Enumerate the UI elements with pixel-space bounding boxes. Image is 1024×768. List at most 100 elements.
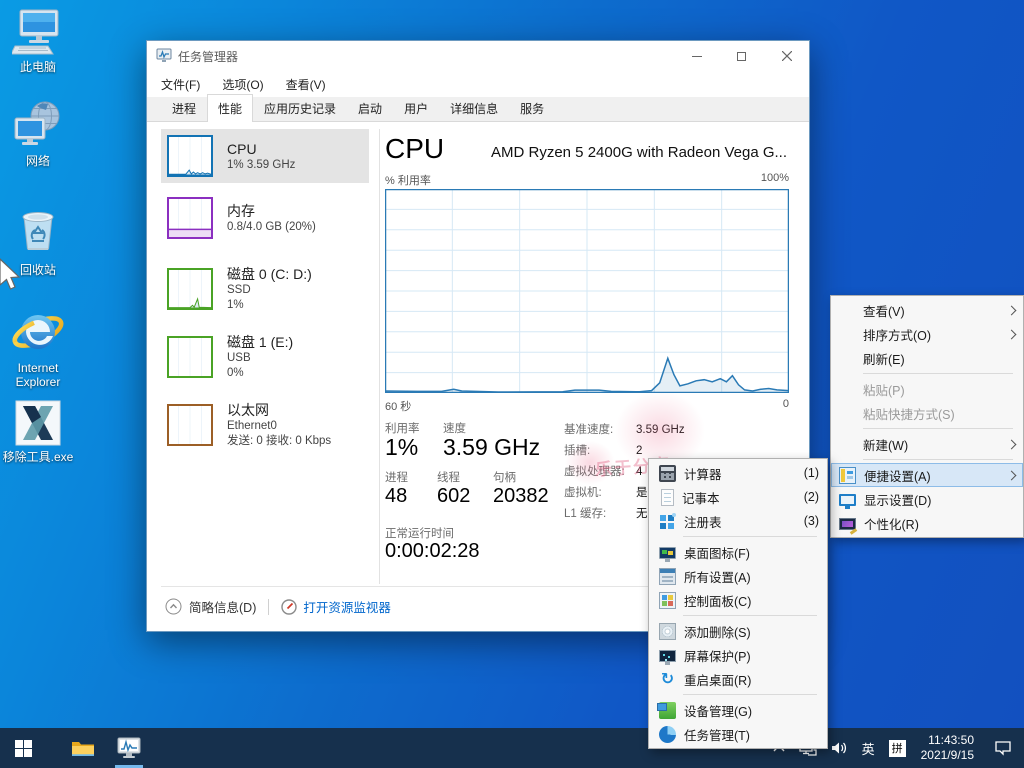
stat-label: 进程 <box>385 469 408 485</box>
chevron-up-circle-icon[interactable] <box>165 598 182 615</box>
add-remove-icon <box>659 623 676 640</box>
menubar-item[interactable]: 选项(O) <box>222 76 263 93</box>
start-button[interactable] <box>0 728 46 768</box>
tray-ime-indicator[interactable]: 拼 <box>882 728 913 768</box>
sidebar-mini-chart <box>167 404 213 446</box>
stat-value-uptime: 0:00:02:28 <box>385 540 480 563</box>
stat-kv-label: 基准速度: <box>564 421 636 437</box>
menu-item-排序方式O[interactable]: 排序方式(O) <box>831 322 1023 346</box>
menu-item-添加删除S[interactable]: 添加删除(S) <box>649 619 827 643</box>
tab-用户[interactable]: 用户 <box>393 94 439 122</box>
desktop-icon-recycle-bin[interactable]: 回收站 <box>0 205 76 277</box>
menu-item-label: 粘贴(P) <box>863 380 1015 399</box>
desktop-icon-network[interactable]: 网络 <box>0 100 76 168</box>
minimize-button[interactable] <box>674 41 719 71</box>
action-center-icon[interactable] <box>982 728 1024 768</box>
tab-详细信息[interactable]: 详细信息 <box>439 94 509 122</box>
sidebar-mini-chart <box>167 268 213 310</box>
menu-item-控制面板C[interactable]: 控制面板(C) <box>649 588 827 612</box>
menu-item-label: 注册表 <box>684 512 796 531</box>
menu-item-label: 添加删除(S) <box>684 622 819 641</box>
open-resource-monitor-link[interactable]: 打开资源监视器 <box>303 597 391 616</box>
task-manager-pie-icon <box>659 726 676 743</box>
sidebar-item-text: CPU1% 3.59 GHz <box>227 140 295 173</box>
menu-item-桌面图标F[interactable]: 桌面图标(F) <box>649 540 827 564</box>
desktop-icon-remove-tool[interactable]: 移除工具.exe <box>0 398 76 464</box>
menu-item-label: 计算器 <box>684 464 796 483</box>
menu-item-便捷设置A[interactable]: 便捷设置(A) <box>831 463 1023 487</box>
close-button[interactable] <box>764 41 809 71</box>
desktop-icon-label: 移除工具.exe <box>0 450 76 464</box>
stat-kv-value: 2 <box>636 445 642 457</box>
titlebar[interactable]: 任务管理器 <box>147 41 809 71</box>
file-explorer-button[interactable] <box>60 728 106 768</box>
menu-item-label: 屏幕保护(P) <box>684 646 819 665</box>
menu-item-显示设置D[interactable]: 显示设置(D) <box>831 487 1023 511</box>
personalize-icon <box>839 518 856 530</box>
tray-language-indicator[interactable]: 英 <box>855 728 882 768</box>
menu-separator <box>683 694 817 695</box>
menu-item-label: 查看(V) <box>863 301 1002 320</box>
menu-item-所有设置A[interactable]: 所有设置(A) <box>649 564 827 588</box>
menu-item-屏幕保护P[interactable]: 屏幕保护(P) <box>649 643 827 667</box>
sidebar-divider <box>379 129 380 584</box>
sidebar-mini-chart <box>167 336 213 378</box>
submenu-arrow-icon <box>1007 305 1017 315</box>
menu-item-刷新E[interactable]: 刷新(E) <box>831 346 1023 370</box>
menu-item-注册表[interactable]: 注册表 (3) <box>649 509 827 533</box>
tab-性能[interactable]: 性能 <box>207 94 253 122</box>
tab-启动[interactable]: 启动 <box>347 94 393 122</box>
control-panel-icon <box>659 592 676 609</box>
tab-服务[interactable]: 服务 <box>509 94 555 122</box>
menu-item-设备管理G[interactable]: 设备管理(G) <box>649 698 827 722</box>
sidebar-item-disk1[interactable]: 磁盘 1 (E:)USB0% <box>161 327 369 387</box>
menu-item-计算器[interactable]: 计算器(1) <box>649 461 827 485</box>
notepad-icon <box>661 489 674 506</box>
sidebar-item-detail: SSD <box>227 283 312 298</box>
tray-volume-icon[interactable] <box>824 728 855 768</box>
tray-clock[interactable]: 11:43:50 2021/9/15 <box>913 733 982 763</box>
stat-value-speed: 3.59 GHz <box>443 434 540 461</box>
sidebar-item-disk0[interactable]: 磁盘 0 (C: D:)SSD1% <box>161 259 369 319</box>
menu-item-label: 控制面板(C) <box>684 591 819 610</box>
quick-settings-icon <box>839 467 856 484</box>
stat-kv-label: 虚拟机: <box>564 484 636 500</box>
menu-item-hint: (3) <box>804 514 819 528</box>
details-toggle[interactable]: 简略信息(D) <box>189 597 256 616</box>
sidebar-item-ethernet[interactable]: 以太网Ethernet0发送: 0 接收: 0 Kbps <box>161 395 369 455</box>
device-manager-icon <box>659 702 676 719</box>
desktop-icon-this-pc[interactable]: 此电脑 <box>0 8 76 74</box>
menu-separator <box>683 615 817 616</box>
stat-label: 句柄 <box>493 469 516 485</box>
close-icon <box>782 51 792 61</box>
tab-应用历史记录[interactable]: 应用历史记录 <box>253 94 347 122</box>
stat-value-processes: 48 <box>385 485 407 508</box>
menu-item-查看V[interactable]: 查看(V) <box>831 298 1023 322</box>
sidebar-item-title: 磁盘 0 (C: D:) <box>227 265 312 283</box>
sidebar-item-memory[interactable]: 内存0.8/4.0 GB (20%) <box>161 191 369 245</box>
stat-label: 正常运行时间 <box>385 525 454 541</box>
menubar-item[interactable]: 查看(V) <box>286 76 326 93</box>
sidebar-item-cpu[interactable]: CPU1% 3.59 GHz <box>161 129 369 183</box>
menu-item-hint: (2) <box>804 490 819 504</box>
stat-kv-value: 4 <box>636 466 642 478</box>
menu-item-重启桌面R[interactable]: ↻重启桌面(R) <box>649 667 827 691</box>
desktop-icon-internet-explorer[interactable]: Internet Explorer <box>0 305 76 389</box>
menu-item-个性化R[interactable]: 个性化(R) <box>831 511 1023 535</box>
menubar-item[interactable]: 文件(F) <box>161 76 200 93</box>
tab-进程[interactable]: 进程 <box>161 94 207 122</box>
maximize-button[interactable] <box>719 41 764 71</box>
menu-item-任务管理T[interactable]: 任务管理(T) <box>649 722 827 746</box>
menu-item-记事本[interactable]: 记事本(2) <box>649 485 827 509</box>
sidebar-item-title: 磁盘 1 (E:) <box>227 333 293 351</box>
menu-item-新建W[interactable]: 新建(W) <box>831 432 1023 456</box>
sidebar-item-detail: 1% 3.59 GHz <box>227 158 295 173</box>
menu-item-label: 所有设置(A) <box>684 567 819 586</box>
desktop-icon-label: 网络 <box>0 154 76 168</box>
sidebar-item-detail: USB <box>227 351 293 366</box>
desktop-icons-icon <box>659 547 676 559</box>
sidebar-item-title: CPU <box>227 140 295 158</box>
sidebar-item-text: 内存0.8/4.0 GB (20%) <box>227 202 316 235</box>
task-manager-taskbar-button[interactable] <box>106 728 152 768</box>
windows-logo-icon <box>15 740 32 757</box>
